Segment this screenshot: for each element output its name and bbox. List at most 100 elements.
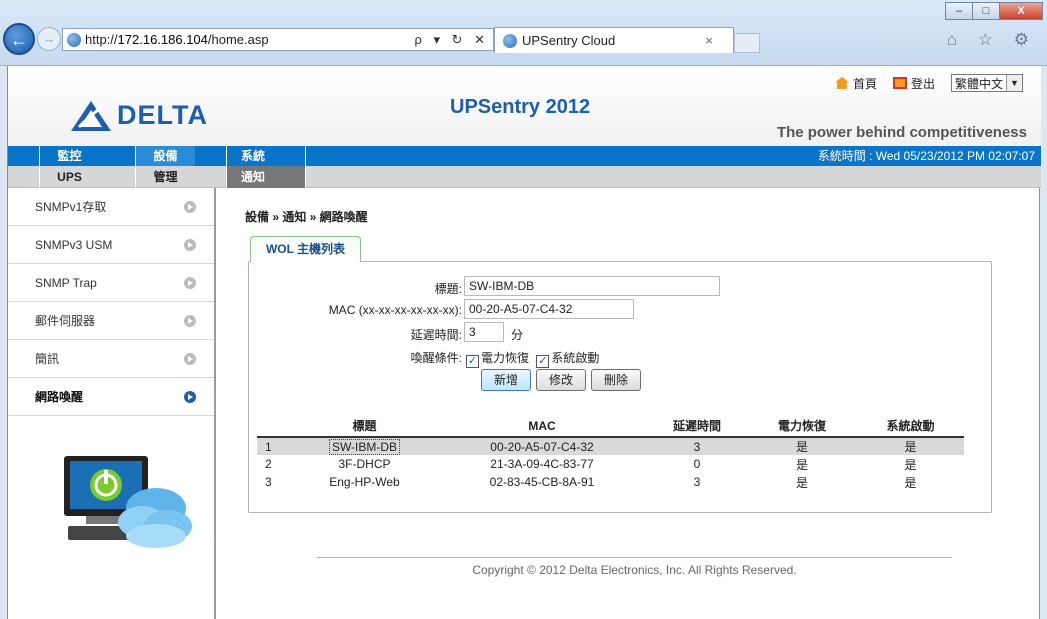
- title-input[interactable]: [464, 276, 720, 296]
- delta-logo: DELTA: [71, 100, 208, 131]
- home-link-label: 首頁: [852, 76, 877, 91]
- maximize-button[interactable]: □: [972, 2, 1000, 20]
- tab-close-icon[interactable]: ×: [705, 33, 713, 48]
- tab-title: UPSentry Cloud: [522, 33, 616, 48]
- col-mac[interactable]: MAC: [437, 415, 647, 438]
- slogan: The power behind competitiveness: [776, 124, 1027, 141]
- submenu-manage[interactable]: 管理: [135, 166, 195, 188]
- cell-index: 2: [265, 457, 272, 471]
- wol-host-table: 標題 MAC 延遲時間 電力恢復 系統啟動 1 SW-IBM-DB 00-20-…: [257, 415, 964, 491]
- sidebar-item-label: SNMPv3 USM: [35, 238, 113, 252]
- wake-conditions: ✓ 電力恢復 ✓ 系統啟動: [466, 349, 599, 368]
- table-row[interactable]: 3 Eng-HP-Web 02-83-45-CB-8A-91 3 是 是: [257, 473, 964, 491]
- delta-logo-icon: [71, 100, 111, 131]
- table-row[interactable]: 2 3F-DHCP 21-3A-09-4C-83-77 0 是 是: [257, 455, 964, 473]
- home-link[interactable]: 首頁: [834, 75, 877, 92]
- cell-power-restore: 是: [795, 475, 808, 490]
- sidebar-item-label: 簡訊: [35, 352, 60, 366]
- sidebar-item-snmpv1[interactable]: SNMPv1存取: [8, 188, 214, 226]
- browser-chrome: – □ X ← → http://172.16.186.104/home.asp…: [0, 0, 1047, 66]
- arrow-circle-icon: [184, 391, 196, 403]
- delay-label: 延遲時間:: [410, 328, 462, 342]
- address-url: http://172.16.186.104/home.asp: [85, 32, 269, 47]
- cell-system-boot: 是: [904, 457, 917, 472]
- cell-mac: 00-20-A5-07-C4-32: [437, 437, 647, 455]
- cell-index: 3: [265, 475, 272, 489]
- arrow-circle-icon: [184, 353, 196, 365]
- sidebar-item-snmp-trap[interactable]: SNMP Trap: [8, 264, 214, 302]
- col-title[interactable]: 標題: [292, 415, 437, 438]
- sidebar-item-snmpv3[interactable]: SNMPv3 USM: [8, 226, 214, 264]
- logo-text: DELTA: [117, 100, 208, 130]
- cell-delay: 3: [693, 475, 701, 489]
- sidebar-item-label: SNMPv1存取: [35, 200, 107, 214]
- cell-system-boot: 是: [857, 437, 964, 455]
- language-value: 繁體中文: [954, 76, 1003, 91]
- menu-system[interactable]: 系統: [226, 146, 306, 166]
- col-delay[interactable]: 延遲時間: [647, 415, 747, 438]
- tab-wol-host-list[interactable]: WOL 主機列表: [250, 236, 361, 262]
- cell-system-boot: 是: [904, 475, 917, 490]
- cell-delay: 0: [693, 457, 701, 471]
- menu-monitor[interactable]: 監控: [39, 146, 99, 166]
- table-header-row: 標題 MAC 延遲時間 電力恢復 系統啟動: [257, 415, 964, 438]
- home-icon: [834, 77, 849, 89]
- sidebar-item-label: SNMP Trap: [35, 276, 97, 290]
- arrow-circle-icon: [184, 277, 196, 289]
- arrow-circle-icon: [184, 239, 196, 251]
- logout-link-label: 登出: [910, 76, 935, 91]
- wake-label: 喚醒條件:: [410, 351, 462, 365]
- close-window-button[interactable]: X: [999, 2, 1043, 20]
- col-system-boot[interactable]: 系統啟動: [857, 415, 964, 438]
- address-tools-icons[interactable]: ρ ▾ ↻ ✕: [414, 29, 489, 50]
- main-menu: 監控 設備 系統 系統時間 : Wed 05/23/2012 PM 02:07:…: [8, 146, 1041, 166]
- app-title: UPSentry 2012: [450, 96, 591, 118]
- arrow-circle-icon: [184, 201, 196, 213]
- page: DELTA UPSentry 2012 The power behind com…: [7, 66, 1041, 619]
- site-globe-icon: [67, 32, 81, 47]
- address-bar[interactable]: http://172.16.186.104/home.asp ρ ▾ ↻ ✕: [62, 28, 494, 51]
- delete-button[interactable]: 刪除: [591, 369, 641, 391]
- sidebar-item-label: 網路喚醒: [35, 390, 84, 404]
- sidebar: SNMPv1存取 SNMPv3 USM SNMP Trap 郵件伺服器 簡訊 網…: [8, 188, 216, 619]
- forward-arrow-icon[interactable]: →: [37, 27, 61, 51]
- table-row[interactable]: 1 SW-IBM-DB 00-20-A5-07-C4-32 3 是 是: [257, 437, 964, 455]
- submenu-notify[interactable]: 通知: [226, 166, 306, 188]
- logout-link[interactable]: 登出: [892, 75, 935, 92]
- back-arrow-icon[interactable]: ←: [3, 23, 35, 55]
- cell-power-restore: 是: [795, 457, 808, 472]
- breadcrumb: 設備 » 通知 » 網路喚醒: [245, 210, 368, 224]
- cell-mac: 21-3A-09-4C-83-77: [490, 457, 594, 471]
- power-restore-label: 電力恢復: [481, 351, 530, 365]
- footer-divider: [317, 557, 952, 558]
- cell-title: Eng-HP-Web: [329, 475, 400, 489]
- delay-unit: 分: [511, 328, 524, 342]
- sidebar-item-sms[interactable]: 簡訊: [8, 340, 214, 378]
- window-controls: – □ X: [945, 2, 1043, 20]
- delay-input[interactable]: [464, 322, 504, 342]
- cell-index: 1: [257, 437, 292, 455]
- submenu-ups[interactable]: UPS: [39, 166, 99, 188]
- system-boot-checkbox[interactable]: ✓: [536, 355, 550, 368]
- sidebar-item-label: 郵件伺服器: [35, 314, 96, 328]
- add-button[interactable]: 新增: [481, 369, 531, 391]
- col-power-restore[interactable]: 電力恢復: [747, 415, 857, 438]
- menu-device[interactable]: 設備: [135, 146, 195, 166]
- sub-menu: UPS 管理 通知: [8, 166, 1041, 188]
- mac-input[interactable]: [464, 299, 634, 319]
- browser-tab[interactable]: UPSentry Cloud ×: [494, 27, 734, 53]
- cell-power-restore: 是: [747, 437, 857, 455]
- minimize-button[interactable]: –: [945, 2, 973, 20]
- browser-toolbar-icons[interactable]: ⌂ ☆ ⚙: [947, 30, 1037, 50]
- edit-button[interactable]: 修改: [536, 369, 586, 391]
- logout-icon: [892, 77, 907, 89]
- new-tab-button[interactable]: [734, 33, 760, 53]
- top-links: 首頁 登出 繁體中文 ▼: [834, 74, 1023, 92]
- sidebar-item-wake-on-lan[interactable]: 網路喚醒: [8, 378, 214, 416]
- system-boot-label: 系統啟動: [551, 351, 600, 365]
- language-select[interactable]: 繁體中文 ▼: [950, 74, 1023, 92]
- col-index: [257, 415, 292, 438]
- sidebar-item-mail-server[interactable]: 郵件伺服器: [8, 302, 214, 340]
- copyright: Copyright © 2012 Delta Electronics, Inc.…: [472, 563, 797, 577]
- power-restore-checkbox[interactable]: ✓: [466, 355, 479, 368]
